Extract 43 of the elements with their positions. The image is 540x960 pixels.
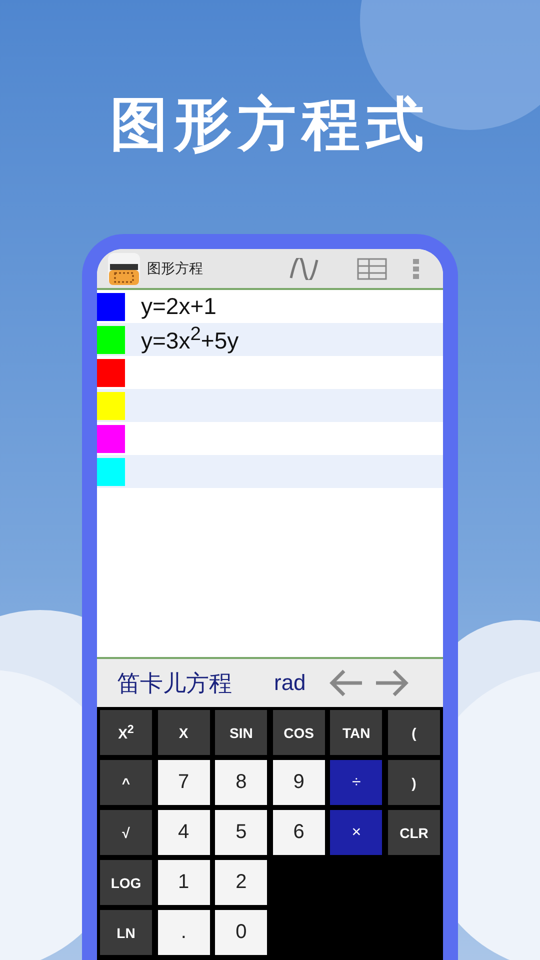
keypad-key[interactable]: 6 <box>272 810 325 855</box>
keypad-key[interactable]: 5 <box>215 810 268 855</box>
keypad-key[interactable]: 0 <box>215 910 268 955</box>
keypad-key[interactable]: 9 <box>272 760 325 805</box>
keypad-key[interactable]: ÷ <box>330 760 382 805</box>
keypad-key[interactable]: 7 <box>158 760 210 805</box>
color-swatch[interactable] <box>97 458 125 486</box>
mode-label[interactable]: 笛卡儿方程 <box>117 668 232 698</box>
table-icon[interactable] <box>357 258 387 280</box>
color-swatch[interactable] <box>97 326 125 354</box>
graph-icon[interactable] <box>289 258 319 280</box>
left-arrow-icon[interactable] <box>328 668 364 698</box>
keypad-key[interactable]: LN <box>100 910 152 955</box>
more-icon[interactable] <box>413 258 419 278</box>
keypad-key[interactable]: . <box>158 910 210 955</box>
keypad-key[interactable]: COS <box>272 710 325 755</box>
equation-row[interactable]: y=3x$^{2}$+5y <box>97 323 443 356</box>
keypad-key[interactable]: TAN <box>330 710 382 755</box>
right-arrow-icon[interactable] <box>374 668 410 698</box>
keypad-key[interactable]: × <box>330 810 382 855</box>
keypad-key[interactable]: 2 <box>215 860 268 905</box>
keypad-key[interactable]: CLR <box>388 810 440 855</box>
keypad-key[interactable]: ( <box>388 710 440 755</box>
keypad-key[interactable]: X <box>158 710 210 755</box>
keypad-key[interactable]: X$^{2}$ <box>100 710 152 755</box>
page-title: 图形方程式 <box>110 89 430 160</box>
equation-text: y=2x+1 <box>141 293 216 320</box>
app-title: 图形方程 <box>147 260 204 278</box>
color-swatch[interactable] <box>97 424 125 452</box>
keypad-key[interactable]: 4 <box>158 810 210 855</box>
equation-text: y=3x$^{2}$+5y <box>141 324 239 355</box>
keypad-key[interactable]: √ <box>100 810 152 855</box>
keypad-key[interactable]: LOG <box>100 860 152 905</box>
keypad-key[interactable]: 8 <box>215 760 268 805</box>
keypad-key[interactable]: 1 <box>158 860 210 905</box>
color-swatch[interactable] <box>97 392 125 420</box>
color-swatch[interactable] <box>97 358 125 386</box>
keypad-key[interactable]: SIN <box>215 710 268 755</box>
angle-unit[interactable]: rad <box>274 670 306 696</box>
color-swatch[interactable] <box>97 292 125 320</box>
app-icon <box>107 252 141 286</box>
keypad-key[interactable]: ^ <box>100 760 152 805</box>
keypad-key[interactable]: ) <box>388 760 440 805</box>
